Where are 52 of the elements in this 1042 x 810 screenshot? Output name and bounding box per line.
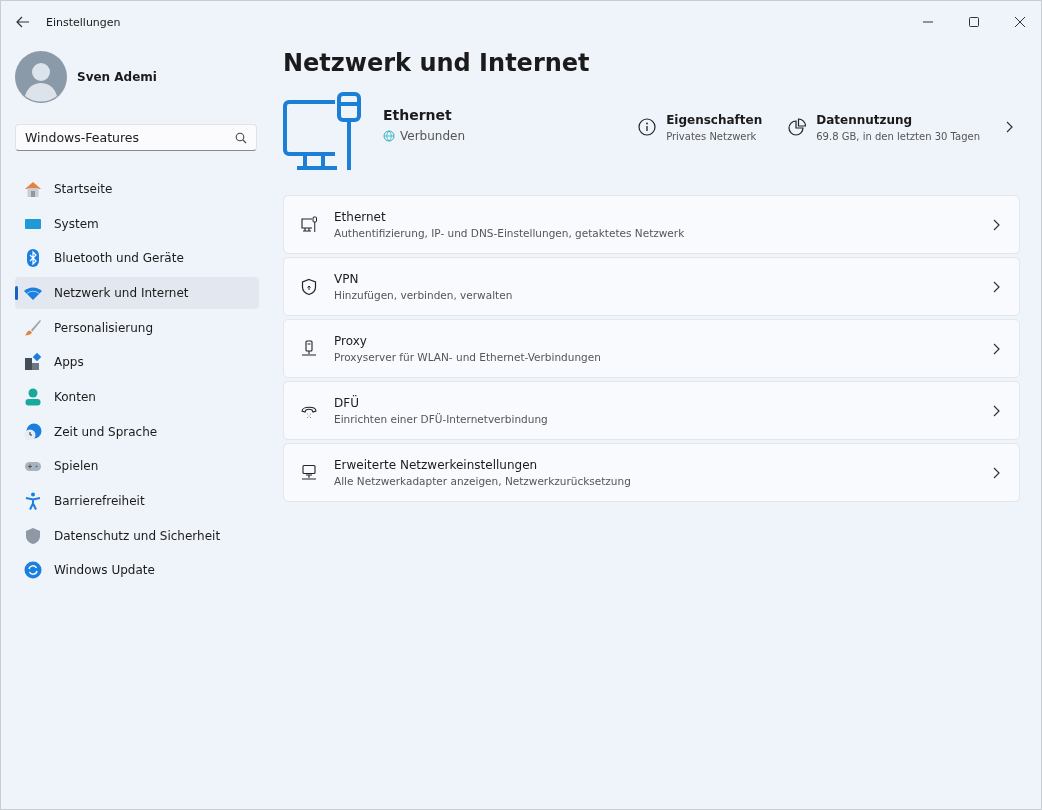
chevron-right-icon <box>993 404 1001 417</box>
chevron-right-icon <box>993 342 1001 355</box>
person-icon <box>24 387 42 406</box>
brush-icon <box>24 318 42 337</box>
sidebar-item[interactable]: Spielen <box>15 450 259 483</box>
sidebar-item[interactable]: Barrierefreiheit <box>15 485 259 517</box>
page-title: Netzwerk und Internet <box>283 49 591 77</box>
sidebar-item[interactable]: Apps <box>15 346 259 379</box>
info-link[interactable]: Eigenschaften Privates Netzwerk <box>638 112 763 142</box>
settings-card[interactable]: Proxy Proxyserver für WLAN- und Ethernet-Verbindungen <box>283 319 1020 378</box>
globe-icon <box>383 130 395 142</box>
computer-network-icon <box>300 463 318 482</box>
update-icon <box>24 561 42 580</box>
settings-card[interactable]: VPN Hinzufügen, verbinden, verwalten <box>283 257 1020 316</box>
shield-icon <box>300 277 318 296</box>
settings-card[interactable]: Erweiterte Netzwerkeinstellungen Alle Netzwerkadapter anzeigen, Netzwerkzurücksetzung <box>283 443 1020 502</box>
back-arrow-icon[interactable] <box>16 16 30 28</box>
sidebar-item[interactable]: Konten <box>15 381 259 413</box>
info-icon <box>638 118 657 136</box>
chevron-right-icon <box>993 466 1001 479</box>
search-field[interactable]: Windows-Features <box>15 124 257 151</box>
clock-globe-icon <box>24 422 42 441</box>
bluetooth-icon <box>24 249 42 268</box>
shield-icon <box>24 526 42 545</box>
chevron-right-icon <box>993 218 1001 231</box>
sidebar-item[interactable]: Startseite <box>15 173 259 205</box>
pie-chart-icon <box>788 118 807 136</box>
house-icon <box>24 179 42 198</box>
maximize-icon[interactable] <box>968 16 980 28</box>
computer-icon <box>300 215 318 234</box>
apps-icon <box>24 353 42 372</box>
accessibility-icon <box>24 492 42 511</box>
window-title: Einstellungen <box>46 15 121 29</box>
connection-status: Verbunden <box>400 129 466 143</box>
server-icon <box>300 339 318 358</box>
sidebar-item[interactable]: Bluetooth und Geräte <box>15 242 259 275</box>
avatar-silhouette[interactable] <box>15 51 67 103</box>
search-icon[interactable] <box>235 132 247 144</box>
sidebar-item[interactable]: Windows Update <box>15 554 259 587</box>
sidebar-item[interactable]: Personalisierung <box>15 311 259 344</box>
settings-card[interactable]: DFÜ Einrichten einer DFÜ-Internetverbindung <box>283 381 1020 440</box>
user-name: Sven Ademi <box>77 70 157 84</box>
info-link[interactable]: Datennutzung 69.8 GB, in den letzten 30 Tagen <box>788 112 980 142</box>
sidebar-item[interactable]: Datenschutz und Sicherheit <box>15 519 259 552</box>
connection-name: Ethernet <box>383 107 453 123</box>
chevron-right-icon[interactable] <box>1006 121 1014 133</box>
chevron-right-icon <box>993 280 1001 293</box>
sidebar-item[interactable]: Zeit und Sprache <box>15 415 259 448</box>
sidebar-item[interactable]: Netzwerk und Internet <box>15 277 259 309</box>
settings-card[interactable]: Ethernet Authentifizierung, IP- und DNS-Einstellungen, getaktetes Netzwerk <box>283 195 1020 254</box>
sidebar-item[interactable]: System <box>15 207 259 240</box>
close-icon[interactable] <box>1014 16 1026 28</box>
